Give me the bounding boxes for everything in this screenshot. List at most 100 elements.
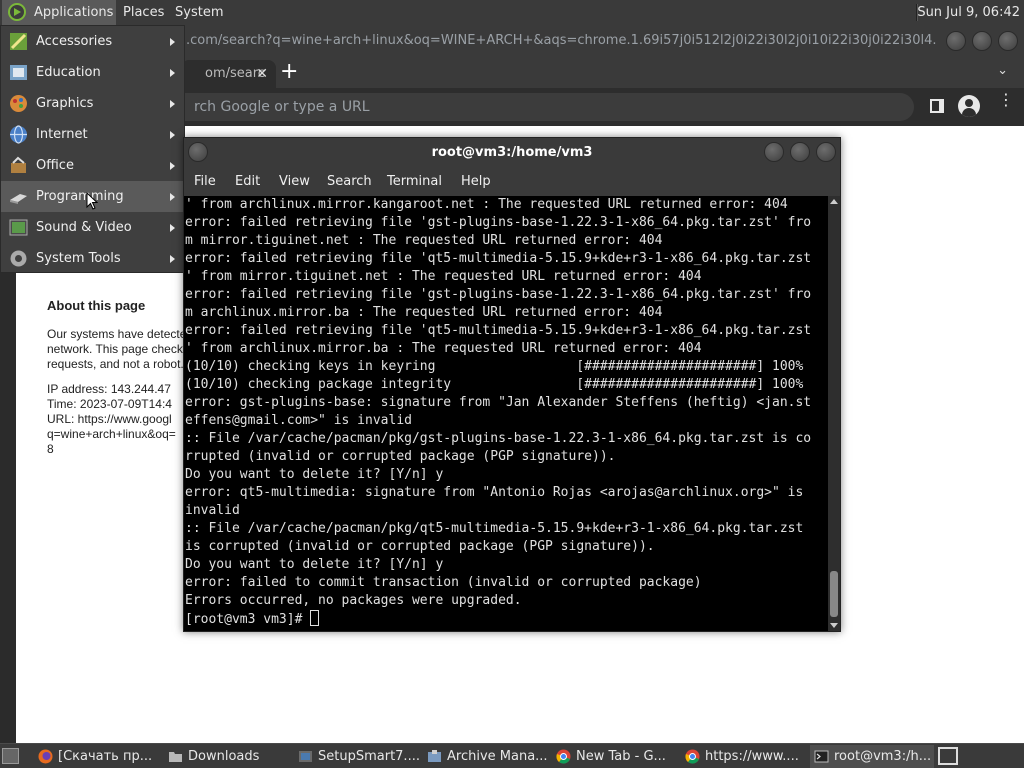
terminal-line: (10/10) checking keys in keyring [######… bbox=[185, 359, 804, 374]
menu-item-label: Internet bbox=[36, 127, 88, 142]
taskbar-item-label: https://www.... bbox=[705, 749, 799, 764]
terminal-scrollbar[interactable] bbox=[828, 196, 840, 631]
system-menu[interactable]: System bbox=[168, 0, 230, 25]
terminal-line: is corrupted (invalid or corrupted packa… bbox=[185, 539, 655, 554]
terminal-title: root@vm3:/home/vm3 bbox=[431, 145, 593, 160]
taskbar-item-downloads[interactable]: Downloads bbox=[164, 745, 292, 768]
applications-menu[interactable]: Applications bbox=[2, 0, 116, 25]
show-desktop-button[interactable] bbox=[2, 748, 19, 764]
taskbar-item-archive-manager[interactable]: Archive Mana... bbox=[423, 745, 549, 768]
taskbar: [Скачать пр... Downloads SetupSmart7....… bbox=[0, 743, 1024, 768]
taskbar-item-terminal[interactable]: root@vm3:/h... bbox=[810, 745, 934, 768]
clock[interactable]: Sun Jul 9, 06:42 bbox=[917, 0, 1020, 25]
graphics-icon bbox=[10, 95, 27, 112]
submenu-arrow-icon bbox=[170, 38, 175, 46]
reading-mode-icon[interactable] bbox=[930, 99, 944, 113]
menu-item-system-tools[interactable]: System Tools bbox=[1, 243, 184, 274]
terminal-line: (10/10) checking package integrity [####… bbox=[185, 377, 804, 392]
top-panel: Applications Places System Sun Jul 9, 06… bbox=[0, 0, 1024, 25]
menu-item-label: Sound & Video bbox=[36, 220, 132, 235]
terminal-line: ' from archlinux.mirror.ba : The request… bbox=[185, 341, 702, 356]
wine-icon bbox=[299, 751, 312, 762]
submenu-arrow-icon bbox=[170, 224, 175, 232]
taskbar-item-label: Downloads bbox=[188, 749, 260, 764]
menu-item-internet[interactable]: Internet bbox=[1, 119, 184, 150]
shell-prompt: [root@vm3 vm3]# bbox=[185, 612, 311, 627]
submenu-arrow-icon bbox=[170, 100, 175, 108]
tab-close-icon[interactable]: ✕ bbox=[256, 60, 268, 88]
terminal-line: :: File /var/cache/pacman/pkg/qt5-multim… bbox=[185, 521, 804, 536]
minimize-button[interactable] bbox=[946, 31, 966, 51]
terminal-line: :: File /var/cache/pacman/pkg/gst-plugin… bbox=[185, 431, 812, 446]
menu-item-sound-video[interactable]: Sound & Video bbox=[1, 212, 184, 243]
chrome-icon bbox=[556, 749, 571, 764]
terminal-icon bbox=[814, 750, 829, 763]
taskbar-item-label: New Tab - G... bbox=[576, 749, 666, 764]
address-bar[interactable]: rch Google or type a URL bbox=[166, 93, 914, 121]
office-icon bbox=[11, 156, 26, 173]
menu-item-label: Accessories bbox=[36, 34, 113, 49]
terminal-line: m mirror.tiguinet.net : The requested UR… bbox=[185, 233, 663, 248]
terminal-line: error: failed retrieving file 'qt5-multi… bbox=[185, 251, 812, 266]
programming-icon bbox=[10, 194, 27, 204]
menu-file[interactable]: File bbox=[194, 168, 216, 196]
terminal-prompt-line[interactable]: [root@vm3 vm3]# bbox=[185, 610, 828, 628]
menu-item-office[interactable]: Office bbox=[1, 150, 184, 181]
terminal-line: Errors occurred, no packages were upgrad… bbox=[185, 593, 522, 608]
menu-search[interactable]: Search bbox=[327, 168, 372, 196]
workspace-switcher[interactable] bbox=[938, 747, 958, 765]
terminal-line: error: failed retrieving file 'qt5-multi… bbox=[185, 323, 812, 338]
menu-help[interactable]: Help bbox=[461, 168, 491, 196]
places-menu[interactable]: Places bbox=[116, 0, 171, 25]
taskbar-item-new-tab[interactable]: New Tab - G... bbox=[552, 745, 678, 768]
menu-item-label: Programming bbox=[36, 189, 124, 204]
terminal-titlebar[interactable]: root@vm3:/home/vm3 bbox=[184, 138, 840, 168]
sound-video-icon bbox=[9, 219, 28, 236]
new-tab-button[interactable]: + bbox=[280, 61, 298, 83]
text-cursor bbox=[310, 610, 320, 626]
terminal-line: ' from archlinux.mirror.kangaroot.net : … bbox=[185, 197, 788, 212]
menu-item-label: Graphics bbox=[36, 96, 94, 111]
terminal-line: error: failed retrieving file 'gst-plugi… bbox=[185, 287, 812, 302]
menu-item-graphics[interactable]: Graphics bbox=[1, 88, 184, 119]
profile-avatar-icon[interactable] bbox=[958, 95, 980, 117]
system-tools-icon bbox=[10, 250, 27, 267]
browser-menu-icon[interactable]: ⋮ bbox=[998, 92, 1014, 108]
maximize-button[interactable] bbox=[790, 142, 810, 162]
taskbar-item-firefox[interactable]: [Скачать пр... bbox=[34, 745, 160, 768]
close-button[interactable] bbox=[998, 31, 1018, 51]
menu-item-label: System Tools bbox=[36, 251, 121, 266]
browser-tab[interactable]: om/searc ✕ bbox=[181, 60, 276, 88]
terminal-output[interactable]: ' from archlinux.mirror.kangaroot.net : … bbox=[184, 196, 828, 631]
scrollbar-thumb[interactable] bbox=[830, 571, 838, 617]
taskbar-item-label: [Скачать пр... bbox=[58, 749, 153, 764]
distro-logo-icon bbox=[8, 3, 26, 21]
minimize-button[interactable] bbox=[764, 142, 784, 162]
menu-terminal[interactable]: Terminal bbox=[387, 168, 442, 196]
terminal-line: invalid bbox=[185, 503, 240, 518]
terminal-line: error: qt5-multimedia: signature from "A… bbox=[185, 485, 804, 500]
taskbar-item-browser[interactable]: https://www.... bbox=[681, 745, 807, 768]
archive-manager-icon bbox=[428, 750, 441, 762]
close-button[interactable] bbox=[816, 142, 836, 162]
folder-icon bbox=[169, 752, 182, 762]
menu-item-accessories[interactable]: Accessories bbox=[1, 26, 184, 57]
chrome-icon bbox=[685, 749, 700, 764]
accessories-icon bbox=[10, 33, 27, 50]
menu-item-label: Education bbox=[36, 65, 101, 80]
menu-view[interactable]: View bbox=[279, 168, 310, 196]
menu-edit[interactable]: Edit bbox=[235, 168, 260, 196]
scroll-up-arrow-icon[interactable] bbox=[830, 199, 838, 204]
maximize-button[interactable] bbox=[972, 31, 992, 51]
submenu-arrow-icon bbox=[170, 69, 175, 77]
submenu-arrow-icon bbox=[170, 255, 175, 263]
taskbar-item-setupsmart[interactable]: SetupSmart7.... bbox=[294, 745, 420, 768]
terminal-menubar: File Edit View Search Terminal Help bbox=[184, 168, 840, 196]
menu-item-education[interactable]: Education bbox=[1, 57, 184, 88]
mouse-pointer-icon bbox=[86, 192, 98, 210]
scroll-down-arrow-icon[interactable] bbox=[830, 623, 838, 628]
terminal-line: Do you want to delete it? [Y/n] y bbox=[185, 557, 444, 572]
terminal-line: m archlinux.mirror.ba : The requested UR… bbox=[185, 305, 663, 320]
education-icon bbox=[10, 65, 27, 80]
tab-list-chevron-icon[interactable]: ⌄ bbox=[997, 63, 1008, 78]
